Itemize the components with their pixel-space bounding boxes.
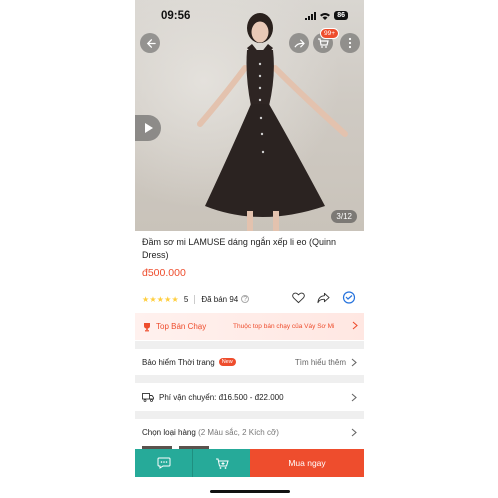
status-bar: 09:56 86 xyxy=(135,0,364,30)
status-time: 09:56 xyxy=(161,10,191,22)
section-divider xyxy=(135,411,364,419)
home-indicator xyxy=(210,490,290,493)
chevron-right-icon xyxy=(351,428,357,436)
share-icon xyxy=(293,38,305,48)
cart-plus-icon xyxy=(215,458,229,469)
arrow-left-icon xyxy=(146,38,156,48)
more-vertical-icon xyxy=(348,37,352,49)
fashion-insurance-row[interactable]: Bảo hiểm Thời trang New Tìm hiểu thêm xyxy=(135,351,364,373)
cart-button[interactable]: 99+ xyxy=(313,28,339,53)
new-badge: New xyxy=(218,358,236,366)
rating-row: ★★★★★ 5 Đã bán 94 ? xyxy=(142,291,360,306)
wifi-icon xyxy=(320,12,331,20)
share-icon[interactable] xyxy=(317,292,330,304)
info-icon[interactable]: ? xyxy=(241,295,250,303)
section-divider xyxy=(135,375,364,383)
phone-screen: 09:56 86 99+ 3/12 Đầm sơ mi LAMUSE dáng … xyxy=(135,0,364,498)
variant-selector-row[interactable]: Chọn loại hàng (2 Màu sắc, 2 Kích cỡ) xyxy=(135,421,364,443)
product-image-gallery[interactable]: 09:56 86 99+ 3/12 xyxy=(135,0,364,231)
signal-icon xyxy=(305,11,317,20)
bottom-action-bar: Mua ngay xyxy=(135,449,364,477)
learn-more-link[interactable]: Tìm hiểu thêm xyxy=(295,358,346,367)
battery-indicator: 86 xyxy=(334,11,348,20)
share-button[interactable] xyxy=(289,33,309,53)
top-seller-label: Top Bán Chạy xyxy=(156,322,207,331)
product-title: Đầm sơ mi LAMUSE dáng ngắn xếp li eo (Qu… xyxy=(142,237,336,260)
chevron-right-icon xyxy=(351,393,357,401)
rating-value: 5 xyxy=(183,294,189,304)
trophy-icon xyxy=(144,322,150,331)
image-counter: 3/12 xyxy=(331,210,357,223)
play-video-button[interactable] xyxy=(135,115,161,141)
buy-now-button[interactable]: Mua ngay xyxy=(250,449,364,477)
truck-icon xyxy=(142,392,154,402)
top-seller-description: Thuộc top bán chạy của Váy Sơ Mi xyxy=(233,323,335,330)
shipping-fee-label: Phí vận chuyển: đ16.500 - đ22.000 xyxy=(159,392,284,402)
divider xyxy=(194,294,196,304)
more-options-button[interactable] xyxy=(340,33,360,53)
chat-button[interactable] xyxy=(135,449,192,477)
chevron-right-icon xyxy=(351,358,357,366)
shipping-fee-row[interactable]: Phí vận chuyển: đ16.500 - đ22.000 xyxy=(135,386,364,408)
product-price: đ500.000 xyxy=(142,267,186,279)
cart-count-badge: 99+ xyxy=(319,28,339,39)
variant-detail: (2 Màu sắc, 2 Kích cỡ) xyxy=(198,427,279,437)
star-rating: ★★★★★ xyxy=(142,294,179,304)
back-button[interactable] xyxy=(140,33,160,53)
chevron-right-icon xyxy=(352,321,358,330)
compare-icon[interactable] xyxy=(342,291,356,304)
sold-count: Đã bán 94 xyxy=(201,294,239,304)
top-seller-banner[interactable]: Top Bán Chạy Thuộc top bán chạy của Váy … xyxy=(135,313,364,340)
add-to-cart-button[interactable] xyxy=(193,449,250,477)
variant-label: Chọn loại hàng xyxy=(142,427,196,437)
heart-icon[interactable] xyxy=(292,292,305,304)
section-divider xyxy=(135,341,364,349)
chat-icon xyxy=(157,457,170,469)
play-icon xyxy=(144,123,153,133)
insurance-label: Bảo hiểm Thời trang xyxy=(142,357,215,367)
